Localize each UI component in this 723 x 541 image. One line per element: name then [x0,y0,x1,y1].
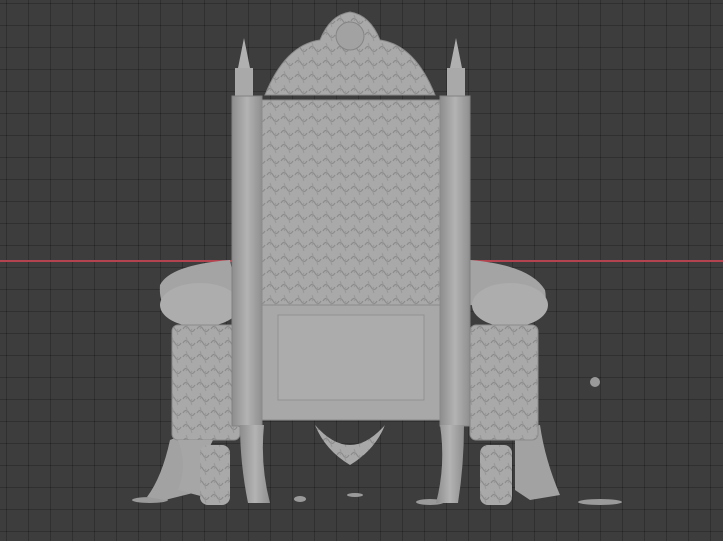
back-panel [261,99,441,306]
left-armrest [171,324,241,505]
3d-viewport[interactable] [0,0,723,541]
seat-back-inset [277,314,425,401]
leg-right [436,425,464,503]
finial-left [235,38,253,98]
leg-left [240,425,270,503]
throne-model[interactable] [0,0,723,541]
throne-crest [264,11,436,96]
finial-right [447,38,465,98]
back-post-left [231,95,263,427]
back-post-right [439,95,471,427]
apron-ornament [315,425,385,465]
